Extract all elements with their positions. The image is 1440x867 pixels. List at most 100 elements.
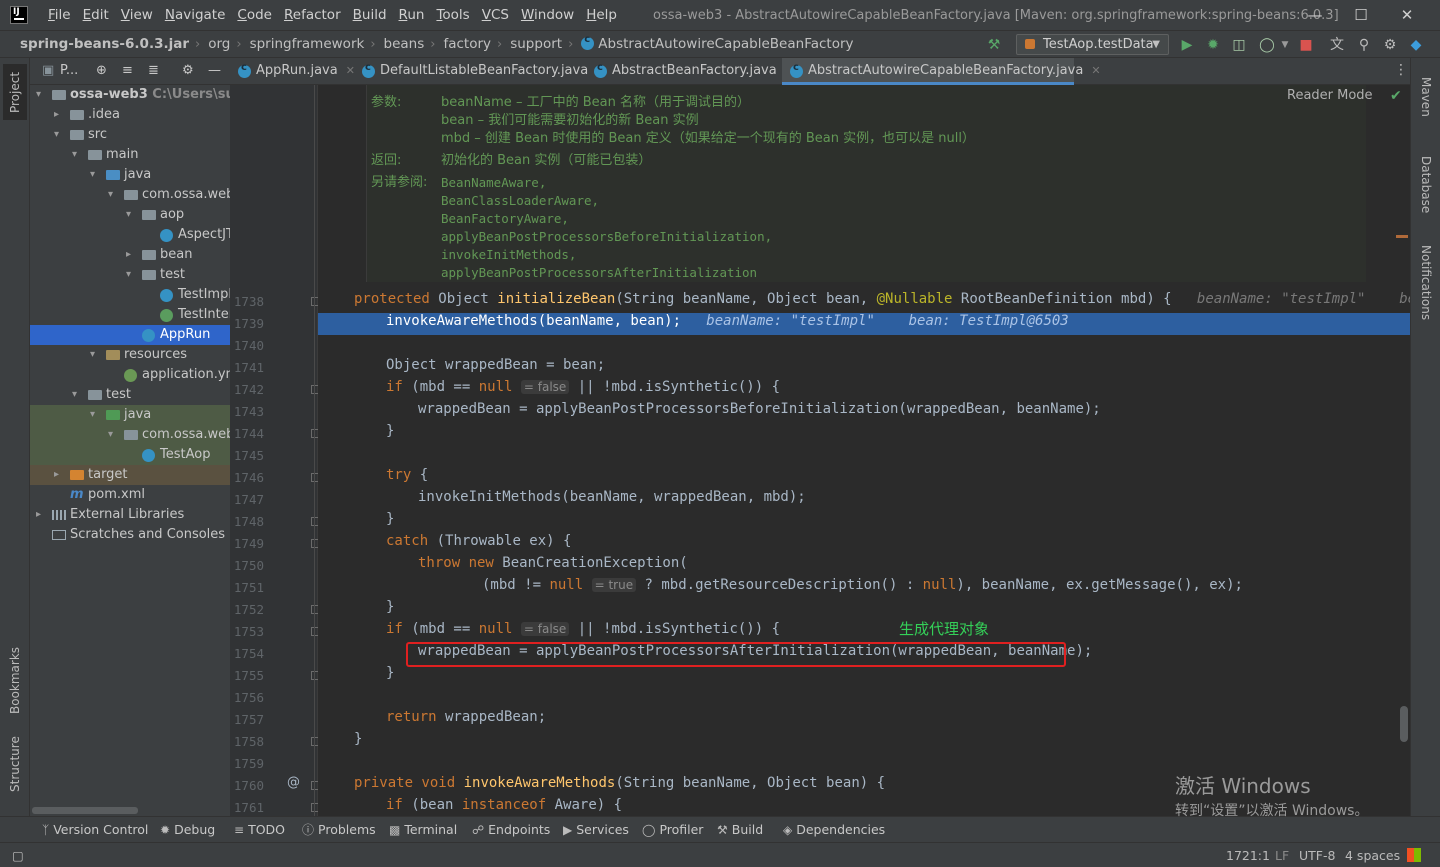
tree-item[interactable]: ▾ test bbox=[30, 385, 230, 405]
debug-icon[interactable]: ✹ bbox=[1204, 36, 1222, 54]
build-hammer-icon[interactable]: ⚒ bbox=[985, 36, 1003, 54]
tree-item[interactable]: Scratches and Consoles bbox=[30, 525, 230, 545]
coverage-icon[interactable]: ◫ bbox=[1230, 36, 1248, 54]
tree-item[interactable]: ▸ target bbox=[30, 465, 230, 485]
tree-item[interactable]: ▾ ossa-web3 C:\Users\sunjin bbox=[30, 85, 230, 105]
chevron-down-icon[interactable]: ▾ bbox=[72, 145, 77, 165]
breadcrumb-class[interactable]: AbstractAutowireCapableBeanFactory bbox=[573, 34, 854, 52]
tree-item[interactable]: ▾ com.ossa.web3 bbox=[30, 185, 230, 205]
tree-item[interactable]: m pom.xml bbox=[30, 485, 230, 505]
tool-debug[interactable]: ✹ Debug bbox=[160, 817, 215, 843]
menu-tools[interactable]: Tools bbox=[430, 0, 475, 30]
tree-item[interactable]: AspectJTest bbox=[30, 225, 230, 245]
file-encoding[interactable]: UTF-8 bbox=[1299, 843, 1335, 867]
menu-file[interactable]: File bbox=[42, 0, 77, 30]
override-marker-icon[interactable]: @ bbox=[287, 775, 300, 790]
javadoc-see-link[interactable]: BeanClassLoaderAware, bbox=[441, 192, 599, 210]
tree-item[interactable]: TestInterface bbox=[30, 305, 230, 325]
tree-item[interactable]: ▾ test bbox=[30, 265, 230, 285]
breadcrumb-jar[interactable]: spring-beans-6.0.3.jar bbox=[0, 36, 189, 52]
chevron-right-icon[interactable]: ▸ bbox=[126, 245, 131, 265]
menu-help[interactable]: Help bbox=[580, 0, 623, 30]
javadoc-see-link[interactable]: BeanNameAware, bbox=[441, 174, 546, 192]
breadcrumb-org[interactable]: org bbox=[200, 36, 230, 52]
tree-item[interactable]: ▾ main bbox=[30, 145, 230, 165]
hide-icon[interactable]: — bbox=[208, 63, 221, 78]
run-configuration-selector[interactable]: TestAop.testData ▼ bbox=[1016, 34, 1169, 55]
breadcrumb-beans[interactable]: beans bbox=[376, 36, 425, 52]
tree-item[interactable]: TestAop bbox=[30, 445, 230, 465]
tree-item[interactable]: ▸ .idea bbox=[30, 105, 230, 125]
javadoc-see-link[interactable]: BeanFactoryAware, bbox=[441, 210, 569, 228]
tool-terminal[interactable]: ▩ Terminal bbox=[389, 817, 457, 843]
maven-tool-tab[interactable]: Maven bbox=[1414, 72, 1438, 122]
indent-setting[interactable]: 4 spaces bbox=[1345, 843, 1400, 867]
minimize-icon[interactable]: — bbox=[1292, 0, 1338, 30]
reader-mode-button[interactable]: Reader Mode bbox=[1287, 88, 1373, 103]
chevron-down-icon[interactable]: ▾ bbox=[90, 405, 95, 425]
horizontal-scrollbar[interactable] bbox=[32, 807, 138, 814]
chevron-down-icon[interactable]: ▾ bbox=[108, 425, 113, 445]
profile-icon[interactable]: ◯ bbox=[1258, 36, 1276, 54]
tool-dependencies[interactable]: ◈ Dependencies bbox=[783, 817, 885, 843]
tree-item[interactable]: ▾ aop bbox=[30, 205, 230, 225]
chevron-down-icon[interactable]: ▾ bbox=[72, 385, 77, 405]
structure-tool-tab[interactable]: Structure bbox=[3, 734, 27, 794]
chevron-down-icon[interactable]: ▾ bbox=[36, 85, 41, 105]
tree-item[interactable]: ▸ External Libraries bbox=[30, 505, 230, 525]
tool-services[interactable]: ▶ Services bbox=[563, 817, 629, 843]
javadoc-see-link[interactable]: invokeInitMethods, bbox=[441, 246, 576, 264]
chevron-down-icon[interactable]: ▾ bbox=[90, 345, 95, 365]
maximize-icon[interactable]: ☐ bbox=[1338, 0, 1384, 30]
menu-vcs[interactable]: VCS bbox=[476, 0, 515, 30]
chevron-down-icon[interactable]: ▾ bbox=[108, 185, 113, 205]
menu-navigate[interactable]: Navigate bbox=[159, 0, 232, 30]
toggle-panels-icon[interactable]: ▢ bbox=[12, 843, 24, 867]
tree-item[interactable]: ▾ java bbox=[30, 405, 230, 425]
tool-build[interactable]: ⚒ Build bbox=[717, 817, 763, 843]
tool-profiler[interactable]: ◯ Profiler bbox=[642, 817, 703, 843]
tab-abstract-bean-factory[interactable]: AbstractBeanFactory.java✕ bbox=[586, 58, 794, 85]
chevron-right-icon[interactable]: ▸ bbox=[54, 465, 59, 485]
menu-build[interactable]: Build bbox=[347, 0, 393, 30]
javadoc-see-link[interactable]: applyBeanPostProcessorsAfterInitializati… bbox=[441, 264, 757, 282]
chevron-right-icon[interactable]: ▸ bbox=[54, 105, 59, 125]
breadcrumb-springframework[interactable]: springframework bbox=[242, 36, 365, 52]
tool-problems[interactable]: ⓘ Problems bbox=[302, 817, 376, 843]
menu-view[interactable]: View bbox=[115, 0, 159, 30]
breadcrumb-support[interactable]: support bbox=[502, 36, 562, 52]
close-icon[interactable]: ✕ bbox=[1091, 64, 1100, 77]
close-icon[interactable]: ✕ bbox=[1384, 0, 1430, 30]
menu-edit[interactable]: Edit bbox=[77, 0, 115, 30]
chevron-down-icon[interactable]: ▾ bbox=[126, 205, 131, 225]
line-separator[interactable]: LF bbox=[1275, 843, 1289, 867]
collapse-all-icon[interactable]: ≣ bbox=[148, 63, 159, 78]
toolbox-icon[interactable]: ◆ bbox=[1407, 36, 1425, 54]
tree-item[interactable]: ▾ com.ossa.web3 bbox=[30, 425, 230, 445]
project-tool-tab[interactable]: Project bbox=[3, 64, 27, 120]
database-tool-tab[interactable]: Database bbox=[1414, 150, 1438, 220]
menu-refactor[interactable]: Refactor bbox=[278, 0, 347, 30]
expand-all-icon[interactable]: ≡ bbox=[122, 63, 133, 78]
tab-abstract-autowire-capable-bean-factory[interactable]: AbstractAutowireCapableBeanFactory.java ✕ bbox=[782, 58, 1101, 85]
tree-item[interactable]: ▾ resources bbox=[30, 345, 230, 365]
tree-item[interactable]: ▾ java bbox=[30, 165, 230, 185]
breadcrumb-factory[interactable]: factory bbox=[435, 36, 491, 52]
error-stripe-mark[interactable] bbox=[1396, 235, 1408, 238]
menu-window[interactable]: Window bbox=[515, 0, 580, 30]
tool-todo[interactable]: ≡ TODO bbox=[234, 817, 285, 843]
locate-icon[interactable]: ⊕ bbox=[96, 63, 107, 78]
javadoc-see-link[interactable]: applyBeanPostProcessorsBeforeInitializat… bbox=[441, 228, 772, 246]
run-icon[interactable]: ▶ bbox=[1178, 36, 1196, 54]
tool-endpoints[interactable]: ☍ Endpoints bbox=[472, 817, 550, 843]
tree-item[interactable]: ▸ bean bbox=[30, 245, 230, 265]
menu-code[interactable]: Code bbox=[231, 0, 278, 30]
stop-icon[interactable]: ■ bbox=[1297, 36, 1315, 54]
more-tabs-icon[interactable]: ⋮ bbox=[1394, 62, 1408, 78]
notifications-tool-tab[interactable]: Notifications bbox=[1414, 238, 1438, 328]
tree-item[interactable]: TestImpl bbox=[30, 285, 230, 305]
translate-icon[interactable]: 文 bbox=[1328, 36, 1346, 54]
tree-item[interactable]: AppRun bbox=[30, 325, 230, 345]
gear-icon[interactable]: ⚙ bbox=[182, 63, 194, 78]
chevron-down-icon[interactable]: ▼ bbox=[1276, 36, 1294, 54]
